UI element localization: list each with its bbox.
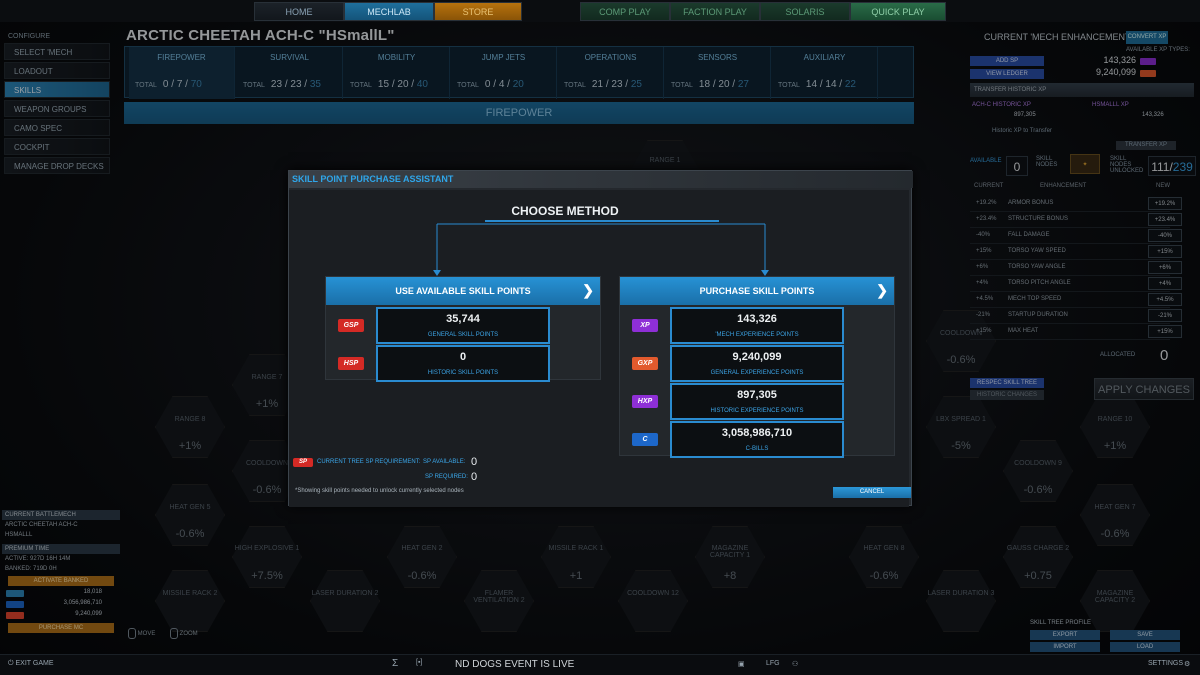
nav-solaris-button[interactable]: SOLARIS <box>760 2 850 21</box>
nav-quick-play-button[interactable]: QUICK PLAY <box>850 2 946 21</box>
chat-icon[interactable]: ▣ <box>738 660 745 668</box>
cbills-icon: C <box>632 433 658 446</box>
purchase-sp-button[interactable]: PURCHASE SKILL POINTS ❯ <box>620 277 894 305</box>
xp-icon: XP <box>632 319 658 332</box>
nav-store-button[interactable]: STORE <box>434 2 522 21</box>
hxp-icon: HXP <box>632 395 658 408</box>
bottom-bar: ⏻ EXIT GAME Σ [▪] ND DOGS EVENT IS LIVE … <box>0 654 1200 675</box>
lfg-button[interactable]: LFG <box>766 660 780 667</box>
general-sp-option[interactable]: 35,744 GENERAL SKILL POINTS <box>376 307 550 344</box>
method-connector-lines <box>433 220 769 276</box>
dialog-body: CHOOSE METHOD USE AVAILABLE SKILL POINTS… <box>289 190 909 507</box>
historic-sp-option[interactable]: 0 HISTORIC SKILL POINTS <box>376 345 550 382</box>
general-xp-option[interactable]: 9,240,099 GENERAL EXPERIENCE POINTS <box>670 345 844 382</box>
use-available-sp-button[interactable]: USE AVAILABLE SKILL POINTS ❯ <box>326 277 600 305</box>
nav-home-button[interactable]: HOME <box>254 2 344 21</box>
cbills-option[interactable]: 3,058,986,710 C-BILLS <box>670 421 844 458</box>
mwo-logo-icon: Σ <box>392 658 399 669</box>
social-icon[interactable]: [▪] <box>416 659 422 666</box>
nav-comp-play-button[interactable]: COMP PLAY <box>580 2 670 21</box>
chevron-right-icon: ❯ <box>582 282 594 298</box>
chevron-right-icon: ❯ <box>876 282 888 298</box>
nav-mechlab-button[interactable]: MECHLAB <box>344 2 434 21</box>
nav-faction-play-button[interactable]: FACTION PLAY <box>670 2 760 21</box>
top-nav: HOME MECHLAB STORE COMP PLAY FACTION PLA… <box>0 0 1200 22</box>
event-banner[interactable]: ND DOGS EVENT IS LIVE <box>455 659 574 670</box>
settings-button[interactable]: SETTINGS <box>1148 660 1183 667</box>
sp-required-label: SP REQUIRED: <box>425 474 468 480</box>
sp-requirement-label: CURRENT TREE SP REQUIREMENT: <box>317 459 421 465</box>
app-root: HOME MECHLAB STORE COMP PLAY FACTION PLA… <box>0 0 1200 675</box>
dialog-header: SKILL POINT PURCHASE ASSISTANT <box>289 171 913 188</box>
sp-note: *Showing skill points needed to unlock c… <box>295 488 464 494</box>
mech-xp-option[interactable]: 143,326 'MECH EXPERIENCE POINTS <box>670 307 844 344</box>
purchase-sp-panel: PURCHASE SKILL POINTS ❯ XP 143,326 'MECH … <box>619 276 895 458</box>
cancel-button[interactable]: CANCEL <box>833 487 911 498</box>
group-icon[interactable]: ⚇ <box>792 660 798 668</box>
dialog-title: SKILL POINT PURCHASE ASSISTANT <box>292 174 454 184</box>
sp-icon: SP <box>293 458 313 467</box>
sp-required-value: 0 <box>471 471 478 483</box>
exit-game-button[interactable]: ⏻ EXIT GAME <box>8 660 54 668</box>
use-available-sp-panel: USE AVAILABLE SKILL POINTS ❯ GSP 35,744 G… <box>325 276 601 382</box>
historic-xp-option[interactable]: 897,305 HISTORIC EXPERIENCE POINTS <box>670 383 844 420</box>
sp-available-label: SP AVAILABLE: <box>423 459 466 465</box>
gsp-icon: GSP <box>338 319 364 332</box>
gear-icon[interactable]: ⚙ <box>1184 660 1190 668</box>
gxp-icon: GXP <box>632 357 658 370</box>
sp-available-value: 0 <box>471 456 478 468</box>
exit-icon: ⏻ <box>8 660 14 667</box>
hsp-icon: HSP <box>338 357 364 370</box>
skill-point-purchase-dialog: SKILL POINT PURCHASE ASSISTANT CHOOSE ME… <box>288 170 913 507</box>
